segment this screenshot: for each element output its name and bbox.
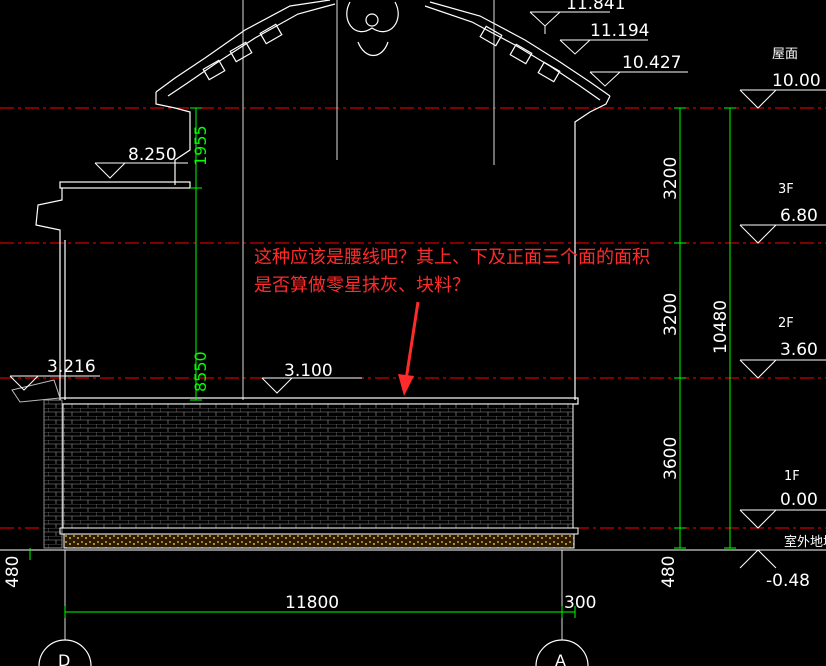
axis-bubbles [38, 639, 589, 666]
level-texts: 屋面 10.00 3F 6.80 2F 3.60 1F 0.00 室外地坪 -0… [766, 47, 826, 591]
dim-10480: 10480 [711, 300, 731, 354]
dim-480-left: 480 [3, 556, 23, 588]
level-2f-value: 3.60 [780, 340, 818, 360]
dim-1955: 1955 [191, 125, 210, 166]
dim-3200-upper: 3200 [661, 157, 681, 200]
level-1f-label: 1F [784, 469, 800, 484]
axis-label-d: D [58, 651, 70, 666]
upper-elevation-markers [9, 11, 688, 394]
annotation-line-1: 这种应该是腰线吧？其上、下及正面三个面的面积 [254, 247, 650, 268]
level-roof-label: 屋面 [772, 47, 798, 62]
upper-elevation-texts: 11.841 11.194 10.427 8.250 3.216 3.100 [47, 0, 681, 381]
annotation-text: 这种应该是腰线吧？其上、下及正面三个面的面积 是否算做零星抹灰、块料？ [254, 244, 734, 300]
cad-elevation-drawing: 11.841 11.194 10.427 8.250 3.216 3.100 1… [0, 0, 826, 666]
gable-roof [155, 0, 611, 400]
plinth [59, 527, 579, 535]
elev-3100: 3.100 [284, 361, 333, 381]
plinth-rubble [63, 533, 575, 549]
axis-label-a: A [555, 651, 566, 666]
level-2f-label: 2F [778, 316, 794, 331]
side-roof-left [11, 379, 61, 403]
annotation-arrow [398, 301, 420, 396]
elev-10427: 10.427 [622, 53, 681, 73]
level-outdoor-label: 室外地坪 [784, 534, 826, 550]
dimension-texts: 1955 8550 [191, 125, 210, 392]
dim-3600: 3600 [661, 437, 681, 480]
elev-11841: 11.841 [566, 0, 625, 14]
dim-11800: 11800 [285, 593, 339, 613]
annotation-line-2: 是否算做零星抹灰、块料？ [254, 275, 470, 296]
brick-wall [62, 403, 574, 529]
elev-3216: 3.216 [47, 357, 96, 377]
dim-300: 300 [564, 593, 596, 613]
dim-480-right: 480 [659, 556, 679, 588]
elev-11194: 11.194 [590, 21, 649, 41]
elev-8250: 8.250 [128, 145, 177, 165]
side-wall-left [43, 399, 63, 549]
level-1f-value: 0.00 [780, 490, 818, 510]
level-outdoor-value: -0.48 [766, 571, 810, 591]
dim-8550: 8550 [191, 351, 210, 392]
level-3f-value: 6.80 [780, 206, 818, 226]
level-3f-label: 3F [778, 182, 794, 197]
level-roof-value: 10.00 [772, 71, 821, 91]
